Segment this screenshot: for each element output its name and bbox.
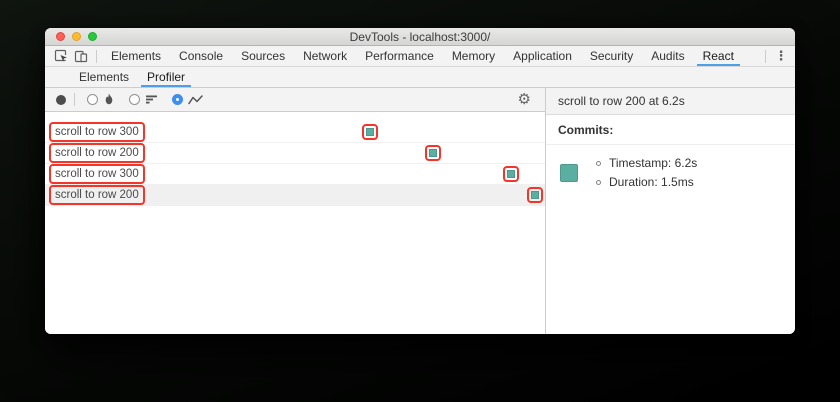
flamegraph-radio[interactable] <box>87 94 98 105</box>
subtab-profiler[interactable]: Profiler <box>138 67 194 87</box>
interactions-chart-icon <box>188 94 203 106</box>
tab-performance[interactable]: Performance <box>356 46 443 66</box>
interactions-radio[interactable] <box>172 94 183 105</box>
commit-marker[interactable] <box>362 124 378 140</box>
ranked-view-option[interactable] <box>129 94 158 105</box>
tab-elements[interactable]: Elements <box>102 46 170 66</box>
interaction-label[interactable]: scroll to row 300 <box>49 122 145 142</box>
bullet-icon <box>596 160 601 166</box>
commit-detail-text: Duration: 1.5ms <box>609 175 694 189</box>
profiler-chart-panel: ⚙ scroll to row 300 scroll to row 200 scro… <box>45 88 545 334</box>
inspect-element-icon[interactable] <box>51 47 71 65</box>
devtools-window: DevTools - localhost:3000/ Elements Conso… <box>45 28 795 334</box>
commit-detail-text: Timestamp: 6.2s <box>609 156 698 170</box>
bullet-icon <box>596 179 601 185</box>
profiler-toolbar: ⚙ <box>45 88 545 112</box>
interaction-row[interactable]: scroll to row 200 <box>45 143 545 164</box>
commit-entry[interactable]: Timestamp: 6.2s Duration: 1.5ms <box>558 156 783 189</box>
record-button[interactable] <box>56 94 66 105</box>
commit-detail-row: Duration: 1.5ms <box>596 175 697 189</box>
interactions-list: scroll to row 300 scroll to row 200 scroll… <box>45 112 545 334</box>
commit-marker[interactable] <box>503 166 519 182</box>
commits-section: Commits: Timestamp: 6.2s Duration: 1.5ms <box>546 115 795 189</box>
subtab-elements[interactable]: Elements <box>70 67 138 87</box>
ranked-radio[interactable] <box>129 94 140 105</box>
commit-detail-list: Timestamp: 6.2s Duration: 1.5ms <box>596 156 697 189</box>
flamegraph-view-option[interactable] <box>87 93 115 106</box>
interaction-row[interactable]: scroll to row 300 <box>45 164 545 185</box>
commit-square-icon <box>429 149 437 157</box>
commits-label: Commits: <box>558 123 614 137</box>
titlebar: DevTools - localhost:3000/ <box>45 28 795 46</box>
react-subtab-strip: Elements Profiler <box>45 67 795 88</box>
commit-details-panel: scroll to row 200 at 6.2s Commits: Times… <box>545 88 795 334</box>
interactions-view-option[interactable] <box>172 94 203 106</box>
interaction-label[interactable]: scroll to row 200 <box>49 185 145 205</box>
main-tab-strip: Elements Console Sources Network Performance… <box>102 46 743 66</box>
tab-sources[interactable]: Sources <box>232 46 294 66</box>
commit-detail-row: Timestamp: 6.2s <box>596 156 697 170</box>
tab-memory[interactable]: Memory <box>443 46 504 66</box>
divider <box>546 144 795 145</box>
tab-react[interactable]: React <box>694 46 743 66</box>
commit-color-swatch[interactable] <box>560 163 578 182</box>
commit-square-icon <box>531 191 539 199</box>
tab-network[interactable]: Network <box>294 46 356 66</box>
commit-square-icon <box>366 128 374 136</box>
tab-security[interactable]: Security <box>581 46 642 66</box>
interaction-row[interactable]: scroll to row 200 <box>45 185 545 206</box>
ranked-chart-icon <box>145 94 158 105</box>
separator <box>96 49 97 63</box>
interaction-label[interactable]: scroll to row 300 <box>49 164 145 184</box>
settings-gear-icon[interactable]: ⚙ <box>518 92 531 107</box>
device-toolbar-icon[interactable] <box>71 47 91 65</box>
tab-audits[interactable]: Audits <box>642 46 693 66</box>
commit-marker[interactable] <box>425 145 441 161</box>
tab-application[interactable]: Application <box>504 46 581 66</box>
interaction-row[interactable]: scroll to row 300 <box>45 122 545 143</box>
devtools-tabbar: Elements Console Sources Network Performance… <box>45 46 795 67</box>
interaction-label[interactable]: scroll to row 200 <box>49 143 145 163</box>
more-menu-icon[interactable]: ⋮ <box>771 47 791 65</box>
flame-icon <box>103 93 115 106</box>
separator <box>765 49 766 63</box>
selected-interaction-header: scroll to row 200 at 6.2s <box>546 88 795 115</box>
commit-marker[interactable] <box>527 187 543 203</box>
window-title: DevTools - localhost:3000/ <box>349 30 491 44</box>
tab-console[interactable]: Console <box>170 46 232 66</box>
commit-square-icon <box>507 170 515 178</box>
separator <box>74 93 75 106</box>
